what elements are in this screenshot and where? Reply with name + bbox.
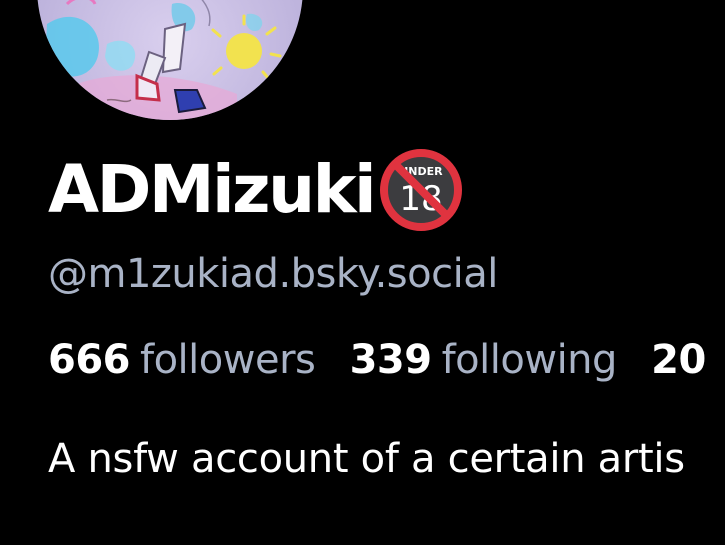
under-18-prohibited-icon: UNDER 18 xyxy=(380,149,463,231)
avatar-illustration-icon xyxy=(37,0,303,120)
display-name: ADMizuki xyxy=(48,151,377,228)
display-name-row: ADMizuki UNDER 18 xyxy=(48,149,463,231)
profile-bio: A nsfw account of a certain artis xyxy=(48,436,685,482)
following-link[interactable]: 339 following xyxy=(349,337,618,383)
posts-count: 20 xyxy=(651,337,706,383)
followers-link[interactable]: 666 followers xyxy=(48,337,316,383)
followers-count: 666 xyxy=(48,337,131,383)
profile-avatar[interactable] xyxy=(37,0,303,120)
profile-stats: 666 followers 339 following 20 xyxy=(48,334,725,386)
followers-label: followers xyxy=(140,337,316,383)
following-count: 339 xyxy=(349,337,433,383)
posts-stat: 20 xyxy=(651,337,716,383)
profile-handle: @m1zukiad.bsky.social xyxy=(48,251,498,297)
following-label: following xyxy=(441,337,618,383)
